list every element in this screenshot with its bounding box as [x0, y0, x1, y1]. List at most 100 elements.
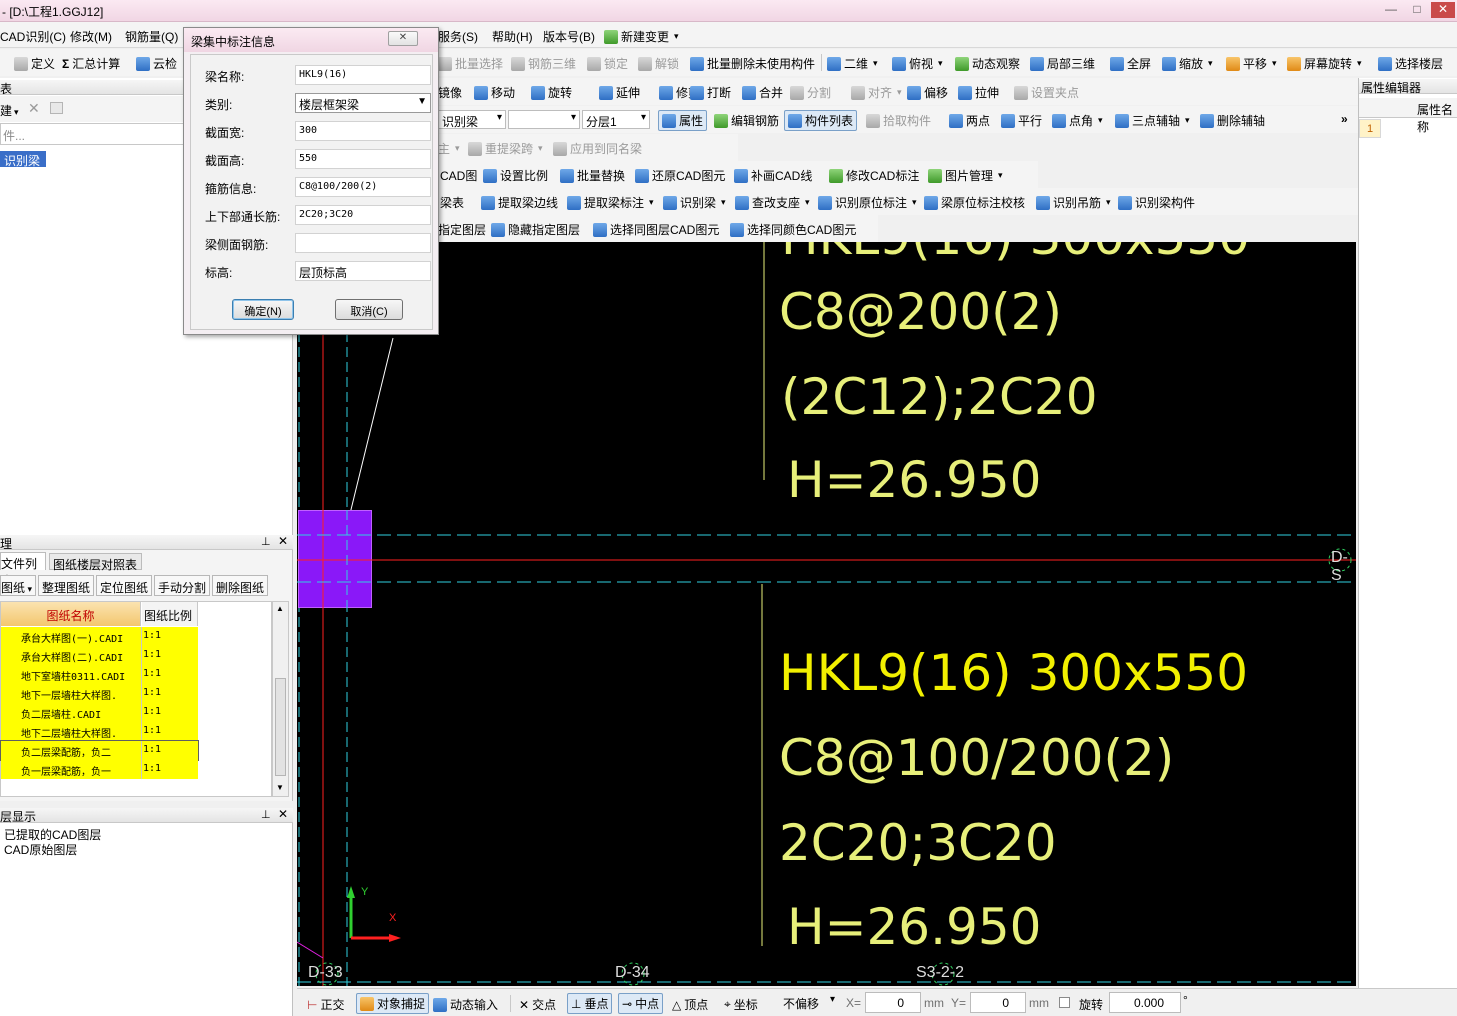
locate-drawing-button[interactable]: 定位图纸	[96, 575, 152, 596]
pin-icon[interactable]: ⊥	[261, 808, 271, 821]
image-mgmt-button[interactable]: 图片管理	[928, 167, 1003, 184]
col-drawing-scale[interactable]: 图纸比例	[142, 602, 198, 626]
menu-new-change[interactable]: 新建变更	[604, 28, 679, 45]
beam-name-field[interactable]: HKL9(16)	[295, 65, 431, 85]
pan-button[interactable]: 平移	[1226, 55, 1277, 72]
y-input[interactable]: 0	[970, 992, 1026, 1013]
beam-table-button[interactable]: 梁表	[440, 194, 464, 211]
organize-drawing-button[interactable]: 整理图纸	[38, 575, 94, 596]
restore-cad-button[interactable]: 还原CAD图元	[635, 167, 725, 184]
dialog-close-button[interactable]: ✕	[388, 31, 418, 46]
tab-file-list[interactable]: 文件列表	[0, 552, 46, 588]
rotate-button[interactable]: 旋转	[531, 84, 572, 101]
hide-layer-button[interactable]: 隐藏指定图层	[491, 221, 580, 238]
long-bars-field[interactable]: 2C20;3C20	[295, 205, 431, 225]
col-drawing-name[interactable]: 图纸名称	[1, 602, 141, 626]
drawing-dropdown-button[interactable]: 图纸 ▾	[0, 575, 36, 596]
perp-snap[interactable]: ⊥ 垂点	[567, 993, 613, 1014]
tree-item-identify-beam[interactable]: 识别梁	[0, 151, 46, 168]
intersect-snap[interactable]: ✕ 交点	[519, 996, 556, 1013]
batch-delete-button[interactable]: 批量删除未使用构件	[690, 55, 815, 72]
two-points-button[interactable]: 两点	[949, 112, 990, 129]
more-chevron-icon[interactable]: »	[1341, 112, 1348, 126]
cad-text-beam-stirrup[interactable]: C8@100/200(2)	[779, 729, 1174, 787]
offset-button[interactable]: 偏移	[907, 84, 948, 101]
section-width-field[interactable]: 300	[295, 121, 431, 141]
split-button[interactable]: 分割	[790, 84, 831, 101]
manual-split-button[interactable]: 手动分割	[154, 575, 210, 596]
cad-text-beam-name[interactable]: HKL9(16) 300x550	[779, 644, 1248, 702]
menu-cad-identify[interactable]: CAD识别(C)	[0, 28, 66, 45]
drawing-row[interactable]: 负一层梁配筋，负一 1:1	[1, 760, 198, 779]
category-select[interactable]: 楼层框架梁 ▼	[295, 93, 431, 113]
new-component-button[interactable]: 建	[0, 102, 19, 119]
delete-drawing-button[interactable]: 删除图纸	[212, 575, 268, 596]
move-button[interactable]: 移动	[474, 84, 515, 101]
minimize-button[interactable]: —	[1379, 2, 1403, 18]
close-window-button[interactable]: ✕	[1431, 2, 1455, 18]
elevation-field[interactable]: 层顶标高	[295, 261, 431, 281]
extract-label-button[interactable]: 提取梁标注	[567, 194, 654, 211]
close-panel-icon[interactable]: ✕	[278, 807, 288, 821]
zoom-button[interactable]: 缩放	[1162, 55, 1213, 72]
drawing-row[interactable]: 负二层梁配筋，负二 1:1	[0, 740, 199, 761]
lock-button[interactable]: 锁定	[587, 55, 628, 72]
menu-rebar-qty[interactable]: 钢筋量(Q)	[125, 28, 178, 45]
identify-component-button[interactable]: 识别梁构件	[1118, 194, 1195, 211]
redraw-cad-button[interactable]: 补画CAD线	[734, 167, 812, 184]
delete-icon[interactable]: ✕	[28, 100, 40, 117]
property-button[interactable]: 属性	[658, 110, 708, 131]
snap-toggle[interactable]: 对象捕捉	[356, 993, 430, 1014]
x-input[interactable]: 0	[865, 992, 921, 1013]
cad-text-beam-bars[interactable]: 2C20;3C20	[779, 814, 1057, 872]
cancel-button[interactable]: 取消(C)	[335, 299, 403, 320]
rotate-input[interactable]: 0.000	[1109, 992, 1181, 1013]
batch-select-button[interactable]: 批量选择	[438, 55, 503, 72]
property-row-number[interactable]: 1	[1359, 119, 1381, 138]
unlock-button[interactable]: 解锁	[638, 55, 679, 72]
re-extract-span-button[interactable]: 重提梁跨	[468, 140, 543, 157]
delete-axis-button[interactable]: 删除辅轴	[1200, 112, 1265, 129]
set-grip-button[interactable]: 设置夹点	[1014, 84, 1079, 101]
extract-edge-button[interactable]: 提取梁边线	[481, 194, 558, 211]
parallel-button[interactable]: 平行	[1001, 112, 1042, 129]
identify-origin-label-button[interactable]: 识别原位标注	[818, 194, 917, 211]
scroll-up-icon[interactable]: ▲	[276, 604, 284, 613]
local-3d-button[interactable]: 局部三维	[1030, 55, 1095, 72]
cad-canvas[interactable]: HKL9(16) 300x550 C8@200(2) (2C12);2C20 H…	[297, 242, 1356, 986]
cad-text-top-elev[interactable]: H=26.950	[787, 451, 1041, 509]
rebar-3d-button[interactable]: 钢筋三维	[511, 55, 576, 72]
scrollbar-thumb[interactable]	[275, 678, 286, 776]
select-same-layer-button[interactable]: 选择同图层CAD图元	[593, 221, 719, 238]
layer-select[interactable]: 分层1	[582, 110, 650, 129]
section-height-field[interactable]: 550	[295, 149, 431, 169]
modify-cad-label-button[interactable]: 修改CAD标注	[829, 167, 919, 184]
layer-original[interactable]: CAD原始图层	[4, 841, 77, 858]
pick-component-button[interactable]: 拾取构件	[866, 112, 931, 129]
drawing-row[interactable]: 地下室墙柱0311.CADI 1:1	[1, 665, 198, 684]
align-button[interactable]: 对齐	[851, 84, 902, 101]
offset-select[interactable]: 不偏移	[780, 993, 838, 1012]
menu-help[interactable]: 帮助(H)	[492, 28, 533, 45]
tab-floor-map[interactable]: 图纸楼层对照表	[49, 553, 142, 572]
dynamic-view-button[interactable]: 动态观察	[955, 55, 1020, 72]
sum-calc-button[interactable]: Σ 汇总计算	[62, 55, 120, 72]
apply-same-name-button[interactable]: 应用到同名梁	[553, 140, 642, 157]
dynamic-input-toggle[interactable]: 动态输入	[433, 996, 498, 1013]
identify-hanging-button[interactable]: 识别吊筋	[1036, 194, 1111, 211]
check-origin-label-button[interactable]: 梁原位标注校核	[924, 194, 1025, 211]
component-list-button[interactable]: 构件列表	[784, 110, 858, 131]
set-scale-button[interactable]: 设置比例	[483, 167, 548, 184]
rotate-checkbox[interactable]	[1059, 997, 1070, 1008]
cad-text-top-name[interactable]: HKL9(16) 300x550	[781, 242, 1250, 266]
menu-service[interactable]: 服务(S)	[438, 28, 478, 45]
close-panel-icon[interactable]: ✕	[278, 534, 288, 548]
edit-rebar-button[interactable]: 编辑钢筋	[714, 112, 779, 129]
break-button[interactable]: 打断	[690, 84, 731, 101]
view-top-button[interactable]: 俯视	[892, 55, 943, 72]
check-support-button[interactable]: 查改支座	[735, 194, 810, 211]
drawing-grid-scrollbar[interactable]: ▲ ▼	[272, 601, 289, 797]
view-2d-button[interactable]: 二维	[827, 55, 878, 72]
menu-version[interactable]: 版本号(B)	[543, 28, 595, 45]
selected-column[interactable]	[298, 510, 372, 608]
